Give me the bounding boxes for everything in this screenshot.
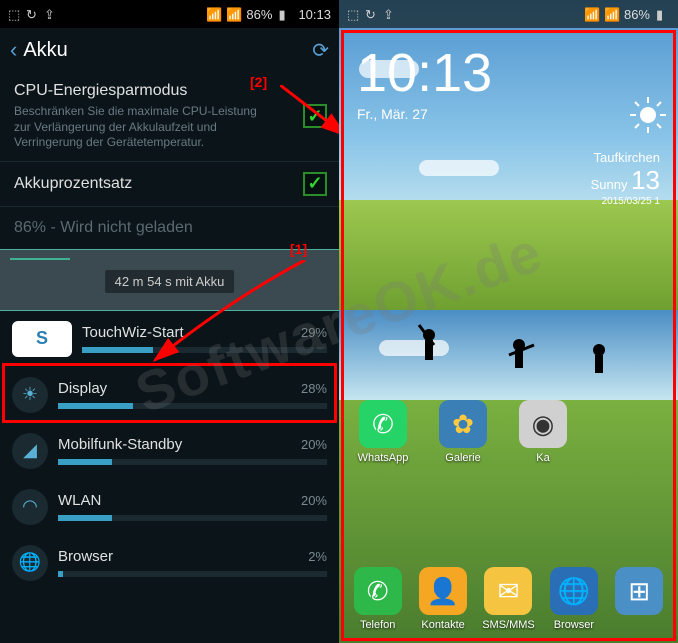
app-galerie[interactable]: ✿ Galerie — [433, 400, 493, 464]
signal-icon-2: 📶 — [604, 7, 618, 21]
refresh-icon[interactable]: ⟳ — [312, 38, 329, 63]
item-pct: 20% — [301, 437, 327, 452]
clock-time: 10:13 — [357, 42, 660, 104]
setting-title: CPU-Energiesparmodus — [14, 82, 274, 100]
back-icon[interactable]: ‹ — [10, 37, 17, 63]
signal-icon: ◢ — [12, 433, 48, 469]
statusbar-left: ⬚ ↻ ⇪ 📶 📶 86% ▮ 10:13 — [0, 0, 339, 28]
app-label: Galerie — [445, 452, 480, 464]
item-name: Mobilfunk-Standby — [58, 436, 182, 453]
dock-browser[interactable]: 🌐 Browser — [544, 567, 604, 631]
charge-status: 86% - Wird nicht geladen — [0, 207, 339, 249]
app-label: Kontakte — [421, 619, 464, 631]
titlebar: ‹ Akku ⟳ — [0, 28, 339, 72]
app-icon: S — [12, 321, 72, 357]
bar-fill — [82, 347, 153, 353]
message-icon: ✉ — [484, 567, 532, 615]
statusbar-time: 10:13 — [298, 7, 331, 22]
whatsapp-icon: ✆ — [359, 400, 407, 448]
list-item-display[interactable]: ☀ Display 28% — [0, 367, 339, 423]
statusbar-right: ⬚ ↻ ⇪ 📶 📶 86% ▮ — [339, 0, 678, 28]
dock-phone[interactable]: ✆ Telefon — [348, 567, 408, 631]
battery-usage-list: S TouchWiz-Start 29% ☀ Display 28% ◢ Mobil… — [0, 311, 339, 591]
dock-apps[interactable]: ⊞ — [609, 567, 669, 631]
sync-icon: ↻ — [26, 7, 40, 21]
share-icon: ⇪ — [383, 7, 397, 21]
weather-cond: Sunny — [591, 177, 628, 192]
checkbox-pct[interactable] — [303, 172, 327, 196]
setting-desc: Beschränken Sie die maximale CPU-Leistun… — [14, 104, 274, 151]
home-app-row: ✆ WhatsApp ✿ Galerie ◉ Ka — [339, 400, 587, 464]
globe-icon: 🌐 — [550, 567, 598, 615]
signal-icon: 📶 — [206, 7, 220, 21]
app-label: Ka — [536, 452, 549, 464]
checkbox-cpu[interactable] — [303, 104, 327, 128]
globe-icon: 🌐 — [12, 545, 48, 581]
battery-icon: ▮ — [656, 7, 670, 21]
contacts-icon: 👤 — [419, 567, 467, 615]
battery-chart[interactable]: 42 m 54 s mit Akku — [0, 249, 339, 311]
phone-icon: ✆ — [354, 567, 402, 615]
setting-cpu-power-save[interactable]: CPU-Energiesparmodus Beschränken Sie die… — [0, 72, 339, 162]
weather-place: Taufkirchen — [591, 150, 660, 165]
apps-grid-icon: ⊞ — [615, 567, 663, 615]
share-icon: ⇪ — [44, 7, 58, 21]
signal-icon-2: 📶 — [226, 7, 240, 21]
home-screen-panel: ⬚ ↻ ⇪ 📶 📶 86% ▮ 10:13 Fr., Mär. 27 Ta — [339, 0, 678, 643]
app-camera[interactable]: ◉ Ka — [513, 400, 573, 464]
item-pct: 29% — [301, 325, 327, 340]
chart-time-label: 42 m 54 s mit Akku — [105, 270, 235, 293]
signal-icon: 📶 — [584, 7, 598, 21]
app-label: WhatsApp — [358, 452, 409, 464]
item-name: TouchWiz-Start — [82, 324, 184, 341]
sync-icon: ↻ — [365, 7, 379, 21]
bar-fill — [58, 515, 112, 521]
gallery-icon: ✿ — [439, 400, 487, 448]
annotation-label-1: [1] — [290, 241, 307, 257]
dock-contacts[interactable]: 👤 Kontakte — [413, 567, 473, 631]
setting-title: Akkuprozentsatz — [14, 175, 132, 193]
dock-sms[interactable]: ✉ SMS/MMS — [478, 567, 538, 631]
nfc-icon: ⬚ — [8, 7, 22, 21]
camera-icon: ◉ — [519, 400, 567, 448]
weather-widget[interactable]: Taufkirchen Sunny 13 2015/03/25 1 — [591, 150, 660, 207]
battery-pct: 86% — [624, 7, 650, 22]
dock: ✆ Telefon 👤 Kontakte ✉ SMS/MMS 🌐 Browser… — [339, 559, 678, 639]
item-pct: 20% — [301, 493, 327, 508]
bar-fill — [58, 403, 133, 409]
list-item-mobile[interactable]: ◢ Mobilfunk-Standby 20% — [0, 423, 339, 479]
item-pct: 28% — [301, 381, 327, 396]
list-item-browser[interactable]: 🌐 Browser 2% — [0, 535, 339, 591]
item-name: Browser — [58, 548, 113, 565]
bar-fill — [58, 571, 63, 577]
nfc-icon: ⬚ — [347, 7, 361, 21]
item-name: Display — [58, 380, 107, 397]
list-item-wlan[interactable]: ◠ WLAN 20% — [0, 479, 339, 535]
battery-settings-panel: ⬚ ↻ ⇪ 📶 📶 86% ▮ 10:13 ‹ Akku ⟳ CPU-Energ… — [0, 0, 339, 643]
battery-icon: ▮ — [278, 7, 292, 21]
item-name: WLAN — [58, 492, 101, 509]
battery-pct: 86% — [246, 7, 272, 22]
list-item-touchwiz[interactable]: S TouchWiz-Start 29% — [0, 311, 339, 367]
weather-temp: 13 — [631, 165, 660, 195]
weather-date: 2015/03/25 1 — [591, 196, 660, 207]
app-label: Browser — [554, 619, 594, 631]
app-label: Telefon — [360, 619, 395, 631]
wifi-icon: ◠ — [12, 489, 48, 525]
sun-icon — [628, 95, 668, 135]
page-title: Akku — [23, 39, 312, 62]
app-whatsapp[interactable]: ✆ WhatsApp — [353, 400, 413, 464]
app-label: SMS/MMS — [482, 619, 535, 631]
annotation-label-2: [2] — [250, 74, 267, 90]
display-icon: ☀ — [12, 377, 48, 413]
wallpaper-figures — [399, 320, 638, 400]
item-pct: 2% — [308, 549, 327, 564]
setting-battery-pct[interactable]: Akkuprozentsatz — [0, 162, 339, 207]
bar-fill — [58, 459, 112, 465]
clock-date: Fr., Mär. 27 — [357, 106, 660, 122]
